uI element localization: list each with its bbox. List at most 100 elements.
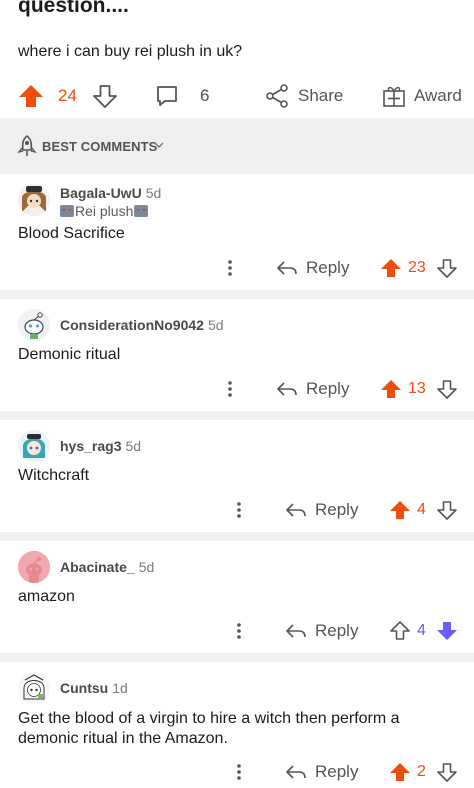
downvote-button[interactable]: [436, 375, 458, 403]
username: hys_rag3: [60, 438, 122, 454]
anime-avatar-icon: [18, 430, 50, 462]
upvote-button[interactable]: [389, 617, 411, 645]
post-body: where i can buy rei plush in uk?: [18, 43, 243, 60]
upvote-button[interactable]: [389, 758, 411, 786]
more-options-button[interactable]: [222, 375, 238, 403]
reply-arrow-icon: [286, 624, 306, 638]
reply-button[interactable]: Reply: [276, 375, 349, 403]
comment-age: 1d: [112, 680, 128, 696]
avatar[interactable]: [18, 430, 50, 462]
downvote-filled-icon: [437, 622, 457, 640]
downvote-button[interactable]: [436, 617, 458, 645]
downvote-outline-icon: [93, 85, 117, 108]
reply-label: Reply: [306, 379, 350, 398]
more-options-button[interactable]: [231, 496, 247, 524]
comment: Cuntsu 1d Get the blood of a virgin to hi…: [0, 662, 474, 788]
anime-avatar-icon: [18, 184, 50, 216]
downvote-outline-icon: [437, 259, 457, 278]
comment-actions: Reply 2: [0, 758, 474, 786]
upvote-button[interactable]: [389, 496, 411, 524]
reply-button[interactable]: Reply: [285, 617, 358, 645]
upvote-outline-icon: [390, 621, 410, 640]
share-icon: [266, 84, 288, 108]
sort-comments-bar[interactable]: BEST COMMENTS: [0, 118, 474, 174]
comment-score: 4: [417, 501, 426, 518]
more-vertical-icon: [228, 381, 232, 397]
comment-text: amazon: [18, 588, 75, 605]
post-comments-button[interactable]: [154, 78, 180, 114]
upvote-button[interactable]: [380, 254, 402, 282]
post-score: 24: [58, 86, 77, 105]
username: Cuntsu: [60, 680, 109, 696]
post-actions-bar: 24 6 Share Award: [0, 78, 474, 114]
comment: Bagala-UwU 5d Rei plush Blood Sacrifice R…: [0, 174, 474, 290]
more-options-button[interactable]: [231, 758, 247, 786]
avatar[interactable]: [18, 309, 50, 341]
reply-label: Reply: [315, 621, 359, 640]
reply-arrow-icon: [277, 382, 297, 396]
comment-age: 5d: [207, 317, 224, 333]
post-award-button[interactable]: Award: [382, 78, 462, 114]
reply-label: Reply: [315, 500, 359, 519]
post-share-button[interactable]: Share: [264, 78, 343, 114]
upvote-filled-icon: [390, 763, 410, 781]
comment: Abacinate_ 5d amazon Reply 4: [0, 541, 474, 653]
comment: hys_rag3 5d Witchcraft Reply 4: [0, 420, 474, 532]
post-upvote-button[interactable]: [18, 78, 44, 114]
gift-award-icon: [383, 86, 405, 107]
share-label: Share: [298, 86, 344, 105]
comment-author[interactable]: Abacinate_ 5d: [60, 559, 154, 575]
comment-text: Blood Sacrifice: [18, 225, 125, 242]
comment: ConsiderationNo9042 5d Demonic ritual Rep…: [0, 299, 474, 411]
more-options-button[interactable]: [231, 617, 247, 645]
comment-age: 5d: [138, 559, 155, 575]
username: Abacinate_: [60, 559, 135, 575]
snoo-avatar-icon: [18, 551, 50, 583]
downvote-outline-icon: [437, 763, 457, 782]
avatar[interactable]: [18, 184, 50, 216]
snoo-avatar-icon: [18, 309, 50, 341]
comment-score: 2: [417, 763, 426, 780]
reply-button[interactable]: Reply: [285, 496, 358, 524]
flair-emoji-icon: [134, 205, 149, 217]
comment-author[interactable]: hys_rag3 5d: [60, 438, 141, 454]
comment-score: 13: [408, 380, 426, 397]
comment-actions: Reply 4: [0, 617, 474, 645]
more-vertical-icon: [237, 764, 241, 780]
comment-age: 5d: [125, 438, 142, 454]
downvote-button[interactable]: [436, 758, 458, 786]
upvote-filled-icon: [381, 380, 401, 398]
upvote-button[interactable]: [380, 375, 402, 403]
anime-avatar-icon: [18, 672, 50, 704]
more-vertical-icon: [237, 623, 241, 639]
post-downvote-button[interactable]: [92, 78, 118, 114]
reply-arrow-icon: [286, 503, 306, 517]
sort-label: BEST COMMENTS: [42, 139, 158, 154]
avatar[interactable]: [18, 672, 50, 704]
downvote-button[interactable]: [436, 254, 458, 282]
reply-arrow-icon: [286, 765, 306, 779]
downvote-outline-icon: [437, 380, 457, 399]
comment-score: 23: [408, 259, 426, 276]
more-vertical-icon: [228, 260, 232, 276]
more-options-button[interactable]: [222, 254, 238, 282]
rocket-icon: [17, 135, 37, 156]
comment-author[interactable]: Bagala-UwU 5d: [60, 185, 161, 201]
reply-button[interactable]: Reply: [276, 254, 349, 282]
comment-divider: [0, 290, 474, 299]
comment-author[interactable]: Cuntsu 1d: [60, 680, 128, 696]
comment-divider: [0, 532, 474, 541]
comment-text: Witchcraft: [18, 467, 90, 484]
comment-author[interactable]: ConsiderationNo9042 5d: [60, 317, 224, 333]
downvote-outline-icon: [437, 501, 457, 520]
downvote-button[interactable]: [436, 496, 458, 524]
comment-divider: [0, 653, 474, 662]
upvote-filled-icon: [19, 85, 43, 107]
post-comments-count: 6: [200, 86, 210, 105]
comment-age: 5d: [145, 185, 162, 201]
comment-divider: [0, 411, 474, 420]
reply-button[interactable]: Reply: [285, 758, 358, 786]
username: Bagala-UwU: [60, 185, 142, 201]
avatar[interactable]: [18, 551, 50, 583]
comment-score: 4: [417, 622, 426, 639]
